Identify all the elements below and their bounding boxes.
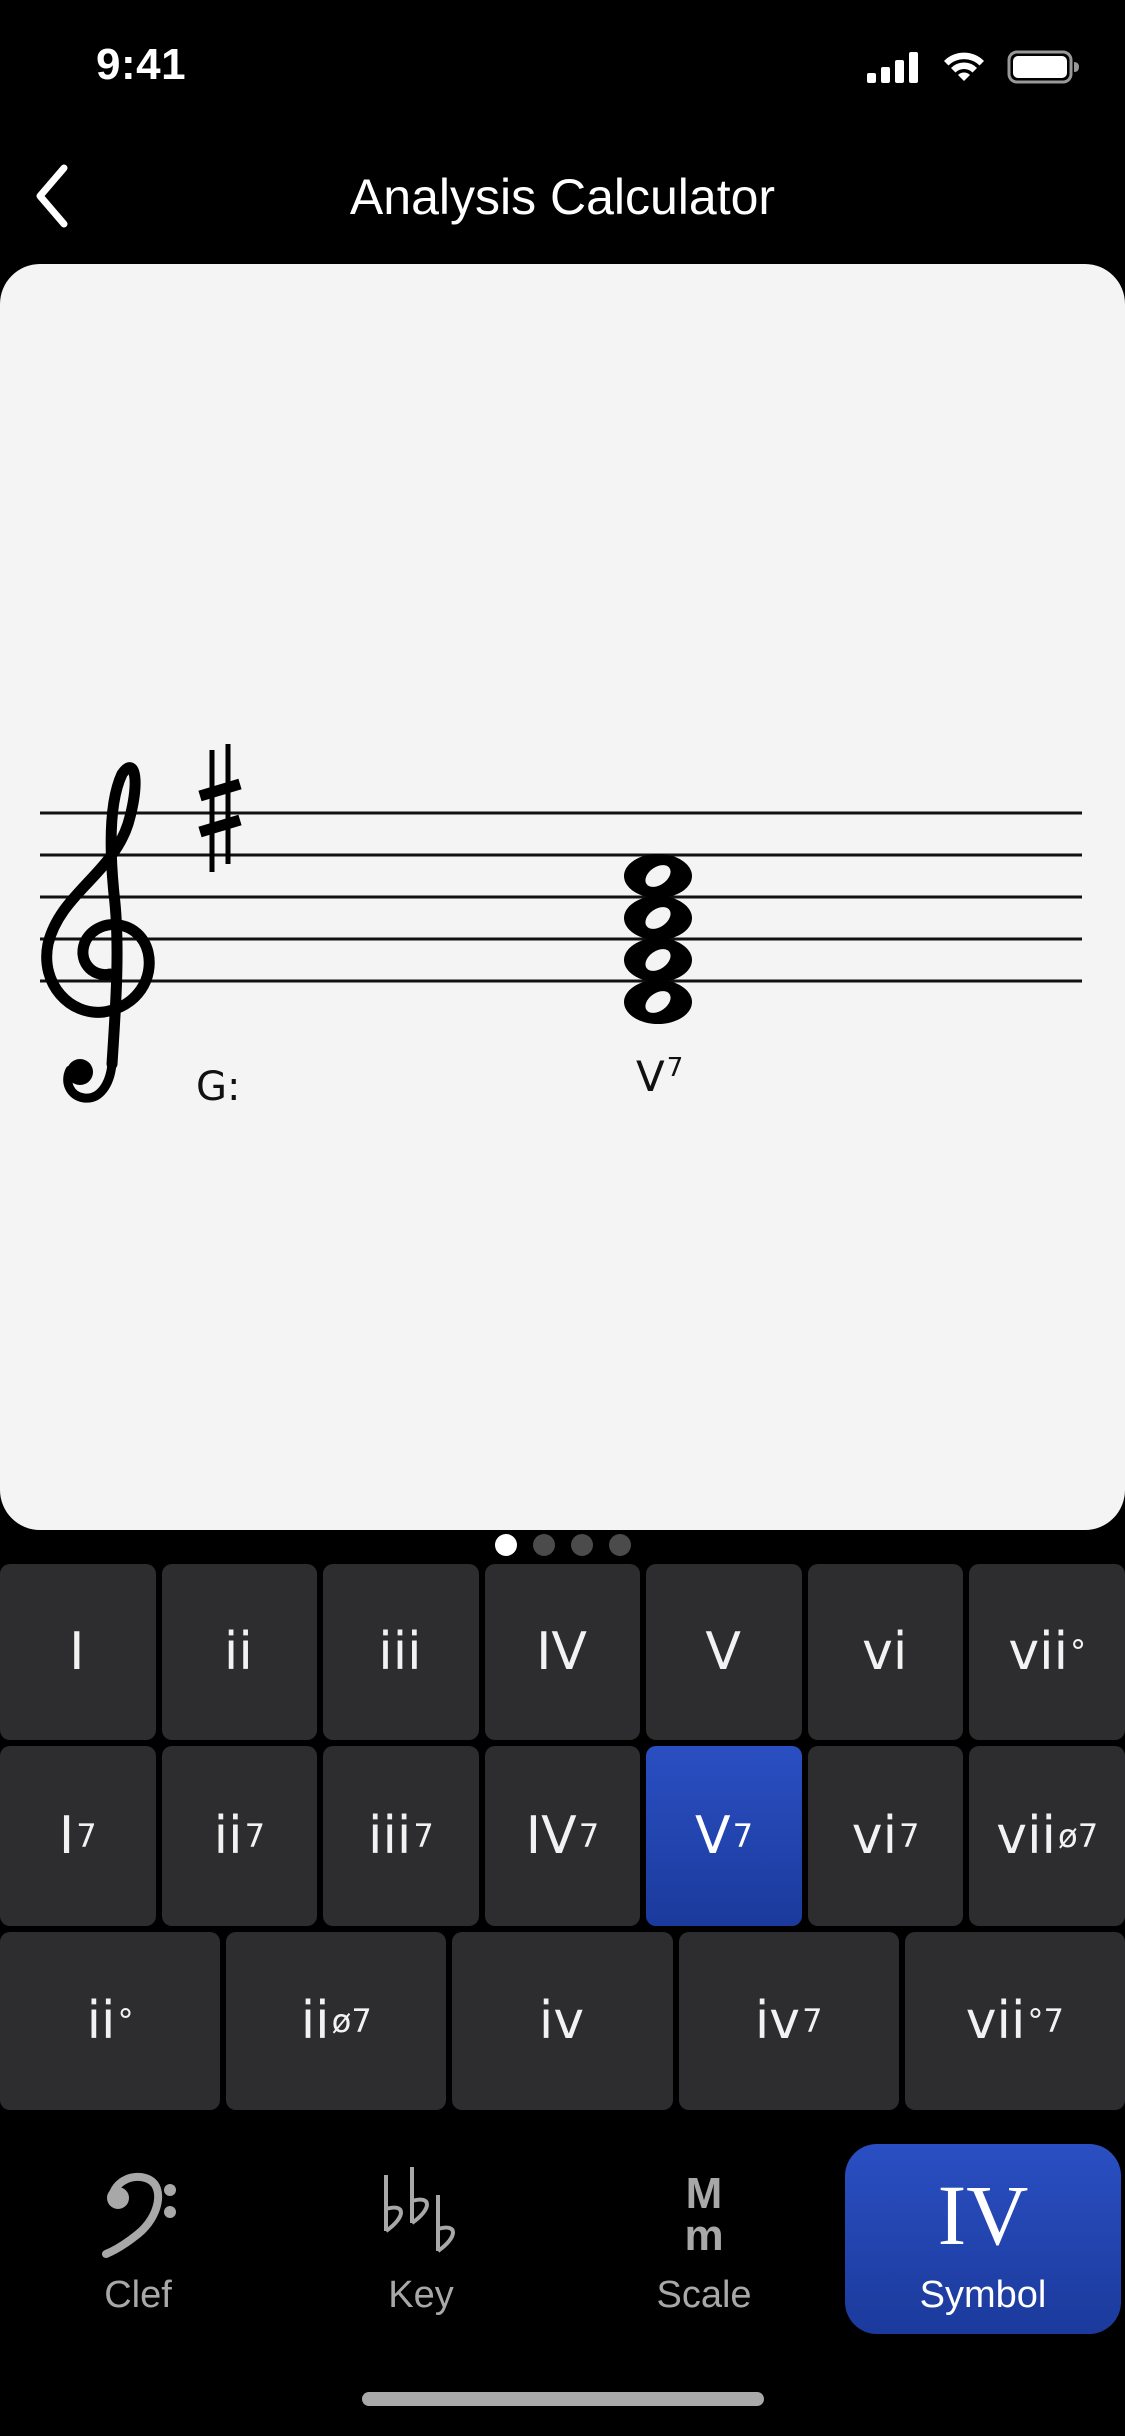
chord-key-vii-dim[interactable]: vii ° xyxy=(969,1564,1125,1740)
tab-label: Clef xyxy=(104,2274,172,2316)
status-time: 9:41 xyxy=(96,40,187,89)
page-dot[interactable] xyxy=(532,1534,555,1556)
chord-key-iv7[interactable]: iv 7 xyxy=(678,1932,899,2110)
keyboard-row: I ii iii IV V vi vii ° xyxy=(0,1564,1125,1740)
chord-key-vii-half-dim7[interactable]: vii ø7 xyxy=(969,1746,1125,1926)
chord-key-vii-dim7[interactable]: vii °7 xyxy=(904,1932,1125,2110)
tab-label: Key xyxy=(388,2274,454,2316)
roman-numeral-superscript: 7 xyxy=(666,1053,684,1083)
chord-key-ii-dim[interactable]: ii ° xyxy=(0,1932,221,2110)
keyboard-row: I7 ii 7 iii 7 IV 7 V7 vi 7 vii ø7 xyxy=(0,1746,1125,1926)
chord-key-I7[interactable]: I7 xyxy=(0,1746,156,1926)
status-bar: 9:41 xyxy=(0,0,1125,132)
status-icons xyxy=(867,50,1081,84)
page-dot[interactable] xyxy=(570,1534,593,1556)
staff-card: G: V7 xyxy=(0,264,1125,1530)
chord-keyboard: I ii iii IV V vi vii ° I7 ii 7 iii 7 IV 7 V7… xyxy=(0,1564,1125,2110)
key-label: G: xyxy=(196,1064,241,1110)
chord-key-ii7[interactable]: ii 7 xyxy=(161,1746,318,1926)
chord-key-I[interactable]: I xyxy=(0,1564,156,1740)
major-minor-icon: M m xyxy=(684,2169,724,2260)
sharp-icon xyxy=(198,744,242,872)
whole-note xyxy=(624,980,692,1024)
music-staff xyxy=(40,744,1082,1103)
tab-scale[interactable]: M m Scale xyxy=(566,2144,842,2334)
staff-lines xyxy=(40,811,1082,983)
nav-bar: Analysis Calculator xyxy=(0,132,1125,264)
battery-icon xyxy=(1007,50,1079,84)
whole-note xyxy=(624,896,692,940)
keyboard-row: ii ° ii ø7 iv iv 7 vii °7 xyxy=(0,1932,1125,2110)
flats-icon xyxy=(283,2160,559,2270)
bass-clef-icon xyxy=(0,2160,276,2270)
chord-key-iii[interactable]: iii xyxy=(323,1564,479,1740)
page-dot[interactable] xyxy=(608,1534,631,1556)
whole-note xyxy=(624,938,692,982)
cellular-signal-icon xyxy=(867,52,918,83)
page-dot[interactable] xyxy=(494,1534,517,1556)
chord-key-IV7[interactable]: IV 7 xyxy=(484,1746,641,1926)
tab-label: Symbol xyxy=(919,2274,1047,2316)
roman-numeral-text: V xyxy=(636,1052,665,1101)
chord-key-iv[interactable]: iv xyxy=(452,1932,673,2110)
chord-key-V[interactable]: V xyxy=(646,1564,802,1740)
chord-key-V7[interactable]: V7 xyxy=(646,1746,802,1926)
chord-key-IV[interactable]: IV xyxy=(484,1564,641,1740)
tab-clef[interactable]: Clef xyxy=(0,2144,276,2334)
chord-key-vi7[interactable]: vi 7 xyxy=(807,1746,964,1926)
roman-numeral-icon: IV xyxy=(937,2167,1029,2263)
chord-key-ii-half-dim7[interactable]: ii ø7 xyxy=(226,1932,447,2110)
home-indicator xyxy=(362,2392,764,2406)
tab-key[interactable]: Key xyxy=(283,2144,559,2334)
chord-key-vi[interactable]: vi xyxy=(807,1564,964,1740)
tab-symbol[interactable]: IV Symbol xyxy=(845,2144,1121,2334)
whole-note xyxy=(624,854,692,898)
roman-numeral-label: V7 xyxy=(636,1052,683,1101)
wifi-icon xyxy=(944,52,984,81)
page-title: Analysis Calculator xyxy=(349,169,776,225)
tab-bar: Clef Key M m Scale IV Symbol xyxy=(0,2140,1125,2340)
tab-label: Scale xyxy=(656,2274,752,2316)
page-indicator xyxy=(0,1534,1125,1560)
chord-key-ii[interactable]: ii xyxy=(161,1564,318,1740)
treble-clef-icon xyxy=(41,762,155,1103)
chord-key-iii7[interactable]: iii 7 xyxy=(323,1746,479,1926)
